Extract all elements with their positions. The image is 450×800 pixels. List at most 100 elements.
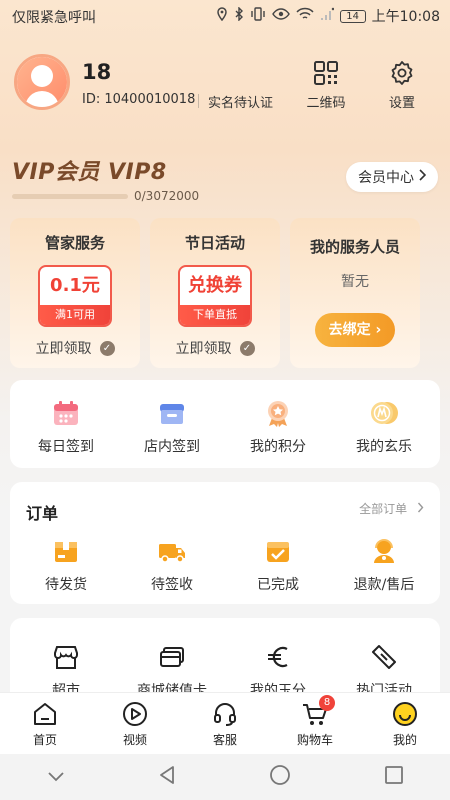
bind-button[interactable]: 去绑定 › xyxy=(315,313,395,347)
card-title: 节日活动 xyxy=(184,234,245,252)
completed-box-icon xyxy=(263,536,293,566)
item-label: 每日签到 xyxy=(38,439,94,455)
package-icon xyxy=(51,536,81,566)
item-label: 店内签到 xyxy=(144,439,200,455)
nav-video[interactable]: 视频 xyxy=(90,693,180,754)
headset-icon xyxy=(212,701,238,727)
home-circle-icon[interactable] xyxy=(269,764,291,790)
my-points-button[interactable]: 我的积分 xyxy=(228,398,328,456)
vip-progress-text: 0/3072000 xyxy=(134,189,200,203)
clock: 上午10:08 xyxy=(371,9,440,25)
my-coins-button[interactable]: 我的玄乐 xyxy=(334,398,434,456)
butler-service-card[interactable]: 管家服务 0.1元 满1可用 立即领取 ✓ xyxy=(10,218,140,368)
battery-icon: 14 xyxy=(339,9,366,23)
nav-label: 首页 xyxy=(32,733,57,747)
card-icon xyxy=(157,642,187,672)
claim-button[interactable]: 立即领取 ✓ xyxy=(150,338,280,358)
app-screen: 仅限紧急呼叫 14 上午10:08 18 ID: 10400010018 实名待… xyxy=(0,0,450,800)
wifi-icon xyxy=(296,7,314,25)
eye-icon xyxy=(271,7,290,25)
orders-panel: 订单 全部订单 待发货 待签收 已完成 退款/售后 xyxy=(10,482,440,604)
smile-icon xyxy=(392,701,418,727)
card-title: 我的服务人员 xyxy=(309,238,400,256)
location-icon xyxy=(216,7,228,25)
service-agent-icon xyxy=(369,536,399,566)
coupon[interactable]: 0.1元 满1可用 xyxy=(38,265,112,327)
chevron-right-icon xyxy=(417,502,424,516)
status-icons: 14 上午10:08 xyxy=(216,6,440,26)
all-orders-link[interactable]: 全部订单 xyxy=(359,500,424,517)
video-icon xyxy=(122,701,148,727)
carrier-text: 仅限紧急呼叫 xyxy=(12,10,96,26)
shop-icon xyxy=(51,642,81,672)
qr-code-button[interactable]: 二维码 xyxy=(296,60,356,111)
member-center-button[interactable]: 会员中心 xyxy=(346,162,438,192)
card-title: 管家服务 xyxy=(44,234,105,252)
orders-title: 订单 xyxy=(26,504,59,523)
truck-icon xyxy=(157,536,187,566)
back-icon[interactable] xyxy=(158,765,176,789)
gear-icon xyxy=(389,60,415,86)
item-label: 待发货 xyxy=(45,577,87,593)
divider xyxy=(198,94,199,108)
vibrate-icon xyxy=(250,7,266,25)
festival-card[interactable]: 节日活动 兑换券 下单直抵 立即领取 ✓ xyxy=(150,218,280,368)
coupon-note: 下单直抵 xyxy=(180,305,250,325)
home-icon xyxy=(32,701,58,727)
coupon-value: 兑换券 xyxy=(188,275,242,296)
recents-icon[interactable] xyxy=(384,765,404,789)
verify-status-link[interactable]: 实名待认证 xyxy=(208,92,273,111)
settings-button[interactable]: 设置 xyxy=(372,60,432,111)
bluetooth-icon xyxy=(234,6,244,25)
points-medal-icon xyxy=(263,398,293,428)
order-completed[interactable]: 已完成 xyxy=(228,536,328,594)
item-label: 我的积分 xyxy=(250,439,306,455)
item-label: 退款/售后 xyxy=(353,577,415,593)
coin-icon xyxy=(369,398,399,428)
nav-mine[interactable]: 我的 xyxy=(360,693,450,754)
item-label: 待签收 xyxy=(151,577,193,593)
check-icon: ✓ xyxy=(239,340,255,356)
ticket-icon xyxy=(369,642,399,672)
item-label: 我的玄乐 xyxy=(356,439,412,455)
staff-status: 暂无 xyxy=(341,274,369,290)
avatar[interactable] xyxy=(14,54,70,110)
bind-label: 去绑定 xyxy=(328,322,371,338)
store-checkin-icon xyxy=(157,398,187,428)
quick-actions-panel: 每日签到 店内签到 我的积分 我的玄乐 xyxy=(10,380,440,468)
calendar-icon xyxy=(51,398,81,428)
coupon[interactable]: 兑换券 下单直抵 xyxy=(178,265,252,327)
euro-icon xyxy=(263,642,293,672)
nav-label: 我的 xyxy=(392,733,417,747)
nav-label: 视频 xyxy=(122,733,147,747)
nav-label: 购物车 xyxy=(296,733,333,747)
chevron-right-icon xyxy=(418,169,427,185)
order-refund[interactable]: 退款/售后 xyxy=(334,536,434,594)
system-nav-bar xyxy=(0,754,450,800)
user-id: ID: 10400010018 xyxy=(82,92,196,107)
order-pending-shipment[interactable]: 待发货 xyxy=(16,536,116,594)
claim-button[interactable]: 立即领取 ✓ xyxy=(10,338,140,358)
settings-label: 设置 xyxy=(388,96,415,111)
member-center-label: 会员中心 xyxy=(358,170,414,186)
vip-progress-bar xyxy=(12,194,128,199)
store-checkin-button[interactable]: 店内签到 xyxy=(122,398,222,456)
coupon-note: 满1可用 xyxy=(40,305,110,325)
nav-cart[interactable]: 8 购物车 xyxy=(270,693,360,754)
order-pending-receipt[interactable]: 待签收 xyxy=(122,536,222,594)
bottom-nav: 首页 视频 客服 8 购物车 我的 xyxy=(0,692,450,754)
vip-title: VIP会员 VIP8 xyxy=(12,160,167,185)
all-orders-label: 全部订单 xyxy=(359,502,408,516)
qr-code-label: 二维码 xyxy=(306,96,346,111)
claim-label: 立即领取 xyxy=(35,341,92,357)
nav-label: 客服 xyxy=(212,733,237,747)
item-label: 已完成 xyxy=(257,577,299,593)
qr-code-icon xyxy=(313,60,339,86)
chevron-down-icon[interactable] xyxy=(47,768,65,787)
status-bar: 仅限紧急呼叫 14 上午10:08 xyxy=(0,0,450,32)
nav-home[interactable]: 首页 xyxy=(0,693,90,754)
nav-customer-service[interactable]: 客服 xyxy=(180,693,270,754)
claim-label: 立即领取 xyxy=(175,341,232,357)
daily-checkin-button[interactable]: 每日签到 xyxy=(16,398,116,456)
coupon-value: 0.1元 xyxy=(50,275,100,296)
